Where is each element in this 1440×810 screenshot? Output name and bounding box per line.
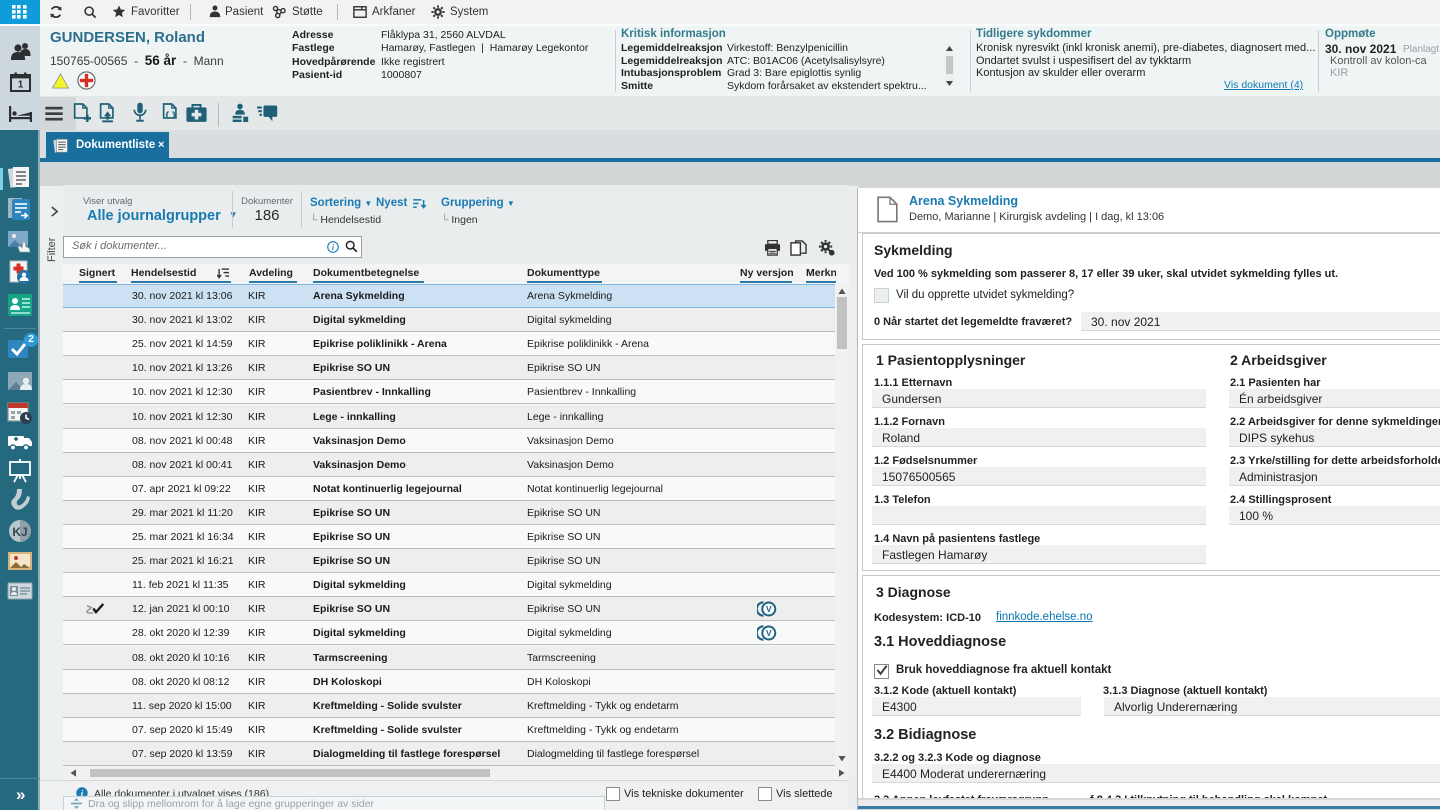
svg-text:V: V — [766, 629, 772, 639]
svg-text:i: i — [332, 243, 335, 252]
svg-text:V: V — [766, 604, 772, 614]
svg-text:KJ: KJ — [12, 525, 27, 539]
svg-text:1: 1 — [18, 80, 24, 91]
